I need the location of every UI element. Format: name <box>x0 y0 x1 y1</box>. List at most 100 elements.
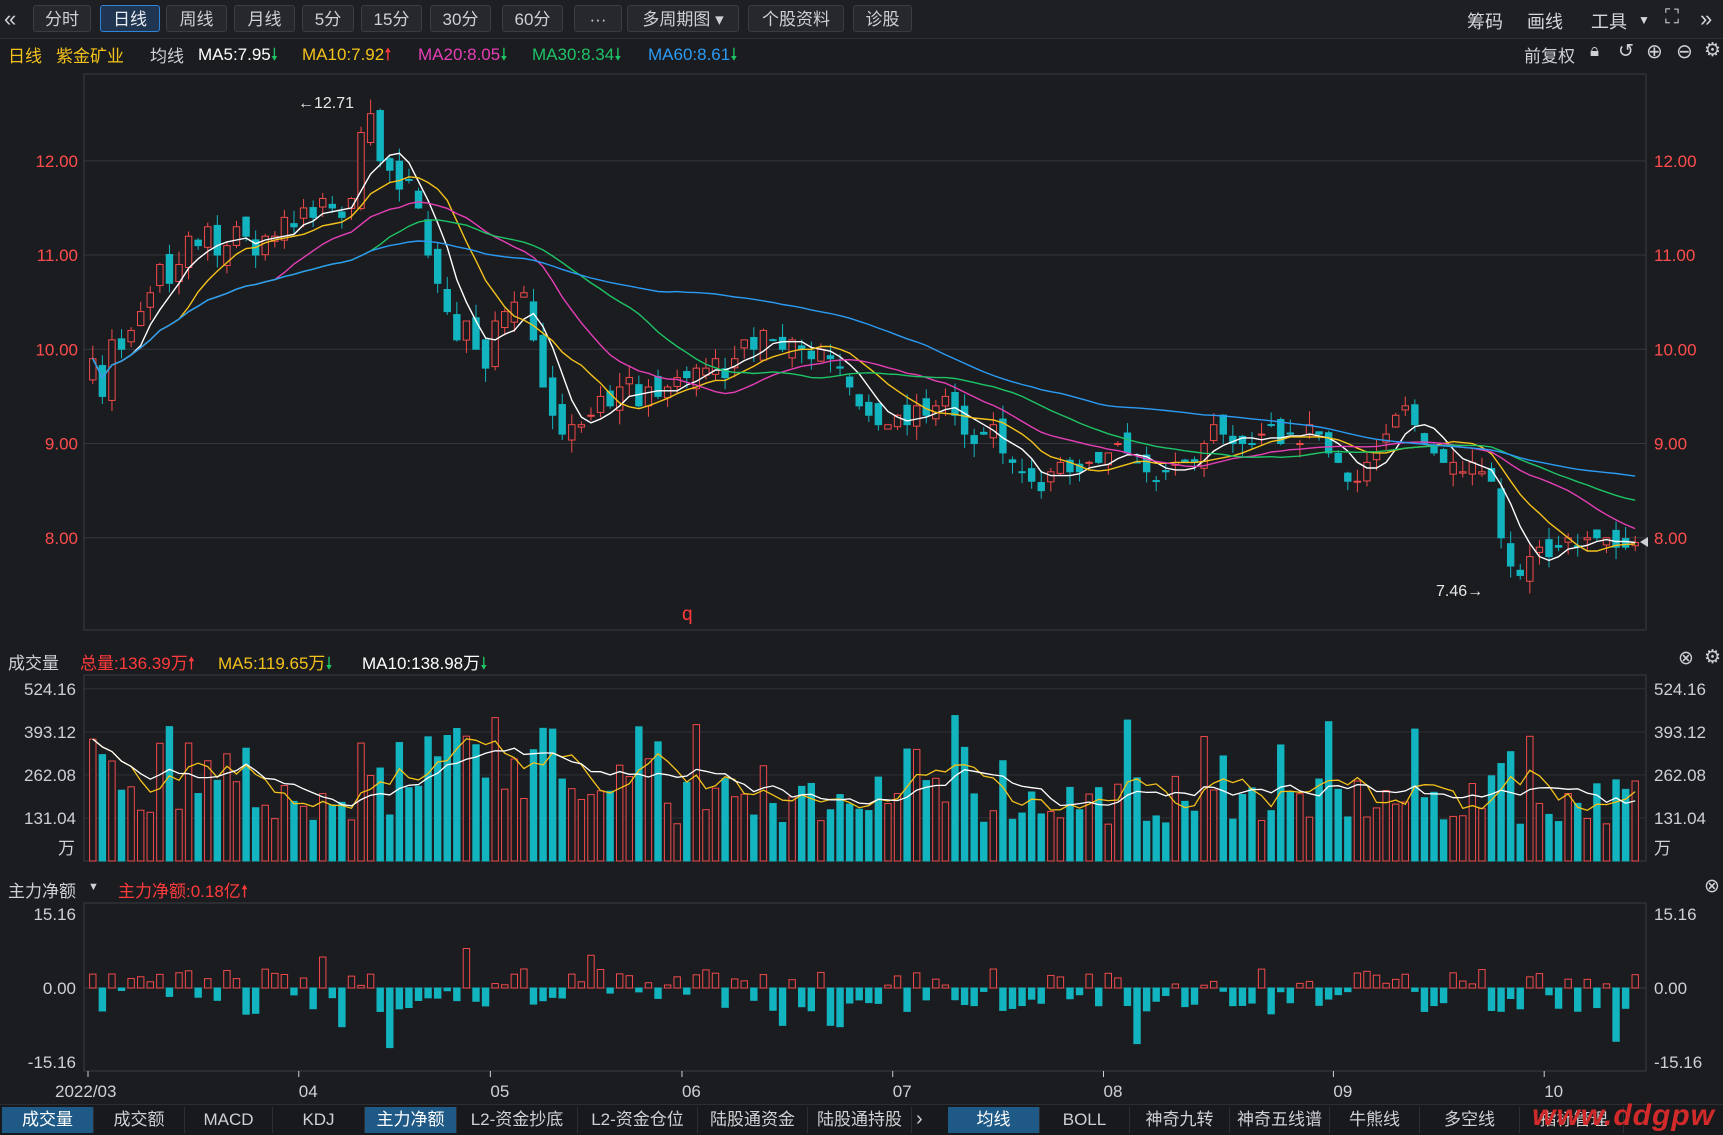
flow-bar <box>941 984 950 989</box>
flow-bar <box>98 987 107 1012</box>
flow-bar <box>788 979 796 989</box>
volume-bar <box>644 758 653 862</box>
double-chevron-right-icon[interactable]: » <box>1700 6 1712 32</box>
volume-title[interactable]: 成交量 <box>8 649 59 674</box>
volume-bar <box>1516 823 1524 862</box>
tab-daily[interactable]: 日线 <box>100 5 160 32</box>
volume-bar <box>1363 816 1371 862</box>
overlay-tab[interactable]: 神奇九转 <box>1130 1107 1230 1133</box>
flow-bar <box>395 987 404 1010</box>
chevron-down-icon[interactable]: ▼ <box>1638 13 1650 27</box>
flow-bar <box>136 976 145 989</box>
tab-intraday[interactable]: 分时 <box>33 5 91 32</box>
chevron-right-icon[interactable]: › <box>916 1108 923 1131</box>
indicator-tab[interactable]: L2-资金仓位 <box>578 1107 698 1133</box>
tab-30min[interactable]: 30分 <box>430 5 491 32</box>
volume-bar <box>443 735 451 862</box>
tab-5min[interactable]: 5分 <box>302 5 354 32</box>
volume-bar <box>319 793 327 862</box>
high-price-label: ←12.71 <box>298 95 354 112</box>
volume-bar <box>1344 816 1352 862</box>
volume-bar <box>836 794 844 862</box>
zoom-out-icon[interactable]: ⊖ <box>1676 39 1693 64</box>
candle <box>740 339 748 349</box>
tab-multi-period[interactable]: 多周期图 ▾ <box>627 5 739 32</box>
candle <box>1334 452 1342 463</box>
close-icon[interactable]: ⊗ <box>1704 875 1720 898</box>
overlay-tab[interactable]: 多空线 <box>1420 1107 1520 1133</box>
volume-bar <box>395 742 404 862</box>
candle <box>1621 538 1630 548</box>
close-icon[interactable]: ⊗ <box>1678 647 1694 670</box>
flow-bar <box>903 987 911 1012</box>
gear-icon[interactable]: ⚙ <box>1704 39 1721 62</box>
tools-button[interactable]: 工具 <box>1591 8 1627 34</box>
volume-bar <box>1027 791 1036 862</box>
overlay-tab[interactable]: BOLL <box>1040 1107 1130 1133</box>
tab-monthly[interactable]: 月线 <box>234 5 295 32</box>
tab-15min[interactable]: 15分 <box>361 5 422 32</box>
ma-label[interactable]: 均线 <box>150 42 184 67</box>
indicator-tab[interactable]: L2-资金抄底 <box>457 1107 578 1133</box>
flow-chart[interactable]: 15.16 15.16 0.00 0.00 -15.16 -15.16 2022/03 04 0… <box>0 901 1723 1104</box>
indicator-tab[interactable]: 成交量 <box>2 1107 94 1133</box>
y-tick-label-right: 15.16 <box>1654 905 1697 924</box>
flow-bar <box>1152 987 1160 1002</box>
volume-bar <box>347 819 356 862</box>
y-tick-label-left: 131.04 <box>24 809 76 828</box>
tab-weekly[interactable]: 周线 <box>166 5 227 32</box>
candle <box>453 314 461 341</box>
chip-distribution-button[interactable]: 筹码 <box>1467 8 1503 34</box>
x-tick-label: 2022/03 <box>55 1082 116 1101</box>
volume-bar <box>510 758 519 862</box>
candle <box>568 424 576 441</box>
candle <box>625 377 633 385</box>
flow-bar <box>1602 983 1611 989</box>
indicator-tab[interactable]: 成交额 <box>94 1107 185 1133</box>
volume-chart[interactable]: 524.16 524.16 393.12 393.12 262.08 262.08 131.… <box>0 673 1723 863</box>
double-chevron-left-icon[interactable]: « <box>4 6 16 32</box>
tab-more[interactable]: ··· <box>574 5 622 32</box>
flow-bar <box>414 987 423 1001</box>
indicator-tab[interactable]: KDJ <box>273 1107 365 1133</box>
period-label: 日线 <box>8 47 42 66</box>
flow-bar <box>596 968 605 989</box>
flow-bar <box>1066 987 1074 1000</box>
indicator-tab[interactable]: 陆股通资金 <box>698 1107 808 1133</box>
candle <box>884 424 892 430</box>
candle <box>683 371 691 379</box>
volume-bar <box>89 738 97 862</box>
candle <box>1411 404 1419 426</box>
candle <box>194 239 202 247</box>
flow-title[interactable]: 主力净额 <box>8 877 76 902</box>
lock-icon[interactable]: 🔒︎ <box>1590 41 1599 61</box>
indicator-tab[interactable]: 主力净额 <box>365 1107 457 1133</box>
candle <box>1449 461 1457 475</box>
tab-stock-profile[interactable]: 个股资料 <box>748 5 844 32</box>
volume-bar <box>1037 813 1045 862</box>
candle <box>1439 449 1448 463</box>
flow-bar <box>663 984 672 989</box>
overlay-tab[interactable]: 均线 <box>948 1107 1040 1133</box>
tab-diagnosis[interactable]: 诊股 <box>853 5 912 32</box>
zoom-in-icon[interactable]: ⊕ <box>1646 39 1663 64</box>
overlay-tab[interactable]: 牛熊线 <box>1330 1107 1420 1133</box>
candle <box>491 320 499 368</box>
overlay-tab[interactable]: 神奇五线谱 <box>1230 1107 1330 1133</box>
draw-line-button[interactable]: 画线 <box>1527 8 1563 34</box>
volume-bar <box>194 793 202 862</box>
undo-icon[interactable]: ↺ <box>1618 40 1634 63</box>
volume-bar <box>788 796 796 862</box>
chevron-down-icon[interactable]: ▼ <box>88 881 99 893</box>
indicator-tab[interactable]: 陆股通持股 <box>808 1107 912 1133</box>
gear-icon[interactable]: ⚙ <box>1704 646 1721 669</box>
flow-bar <box>1420 987 1429 1012</box>
volume-bar <box>117 789 126 862</box>
stock-name: 紫金矿业 <box>56 47 124 66</box>
fullscreen-icon[interactable]: ⛶ <box>1665 6 1679 29</box>
indicator-tab[interactable]: MACD <box>185 1107 273 1133</box>
x-tick-label: 09 <box>1333 1082 1352 1101</box>
adjust-mode[interactable]: 前复权 <box>1524 42 1575 67</box>
price-chart[interactable]: 12.00 12.00 11.00 11.00 10.00 10.00 9.00 9.00 8.… <box>0 66 1723 634</box>
tab-60min[interactable]: 60分 <box>502 5 563 32</box>
